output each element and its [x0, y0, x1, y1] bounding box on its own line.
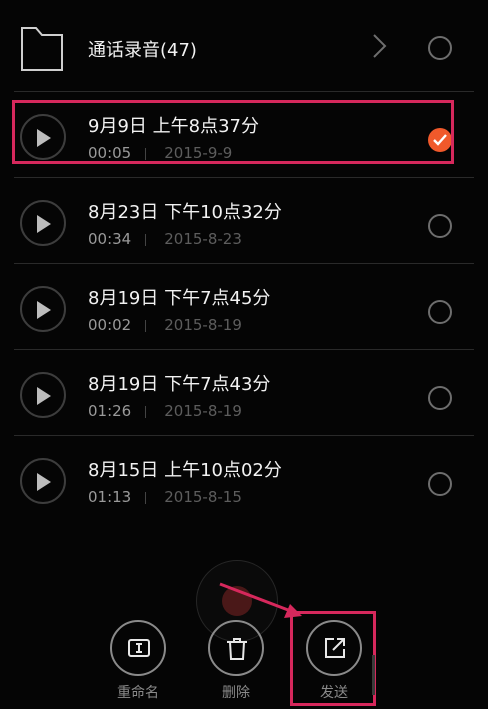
scrollbar	[372, 655, 375, 695]
play-icon	[37, 387, 51, 405]
recording-item[interactable]: 8月19日 下午7点45分 00:02 2015-8-19	[0, 264, 488, 350]
delete-circle	[208, 620, 264, 676]
play-icon	[37, 473, 51, 491]
folder-select-checkbox[interactable]	[428, 36, 452, 60]
highlight-send-button	[290, 611, 376, 706]
play-icon	[37, 301, 51, 319]
recording-title: 8月19日 下午7点45分	[88, 288, 271, 309]
recording-duration: 00:34	[88, 230, 132, 248]
recording-item[interactable]: 8月15日 上午10点02分 01:13 2015-8-15	[0, 436, 488, 522]
meta-separator	[145, 491, 147, 504]
recording-duration: 00:02	[88, 316, 132, 334]
recording-duration: 01:13	[88, 488, 132, 506]
recording-meta: 00:34 2015-8-23	[88, 230, 242, 248]
recording-date: 2015-8-19	[164, 402, 242, 420]
recording-date: 2015-8-23	[164, 230, 242, 248]
recording-duration: 01:26	[88, 402, 132, 420]
rename-circle	[110, 620, 166, 676]
recording-meta: 01:26 2015-8-19	[88, 402, 242, 420]
delete-label: 删除	[222, 685, 250, 701]
folder-row[interactable]: 通话录音(47)	[0, 0, 488, 92]
folder-name: 通话录音(47)	[88, 40, 197, 61]
delete-button[interactable]: 删除	[206, 620, 266, 701]
recording-date: 2015-8-15	[164, 488, 242, 506]
recording-title: 8月23日 下午10点32分	[88, 202, 282, 223]
trash-icon	[227, 638, 247, 660]
recording-meta: 00:02 2015-8-19	[88, 316, 242, 334]
play-button[interactable]	[20, 372, 66, 418]
meta-separator	[145, 233, 147, 246]
select-checkbox[interactable]	[428, 300, 452, 324]
meta-separator	[145, 319, 147, 332]
meta-separator	[145, 405, 147, 418]
rename-icon	[128, 639, 150, 657]
select-checkbox[interactable]	[428, 214, 452, 238]
play-button[interactable]	[20, 286, 66, 332]
play-icon	[37, 215, 51, 233]
rename-button[interactable]: 重命名	[108, 620, 168, 701]
play-button[interactable]	[20, 458, 66, 504]
rename-label: 重命名	[117, 685, 159, 701]
recording-item[interactable]: 8月23日 下午10点32分 00:34 2015-8-23	[0, 178, 488, 264]
recording-date: 2015-8-19	[164, 316, 242, 334]
recording-title: 8月19日 下午7点43分	[88, 374, 271, 395]
recording-title: 8月15日 上午10点02分	[88, 460, 282, 481]
play-button[interactable]	[20, 200, 66, 246]
chevron-right-icon	[370, 32, 390, 60]
select-checkbox[interactable]	[428, 386, 452, 410]
recording-meta: 01:13 2015-8-15	[88, 488, 242, 506]
record-dot-icon	[222, 586, 252, 616]
select-checkbox[interactable]	[428, 472, 452, 496]
recording-item[interactable]: 8月19日 下午7点43分 01:26 2015-8-19	[0, 350, 488, 436]
folder-icon	[20, 24, 64, 72]
highlight-selected-recording	[12, 100, 454, 164]
